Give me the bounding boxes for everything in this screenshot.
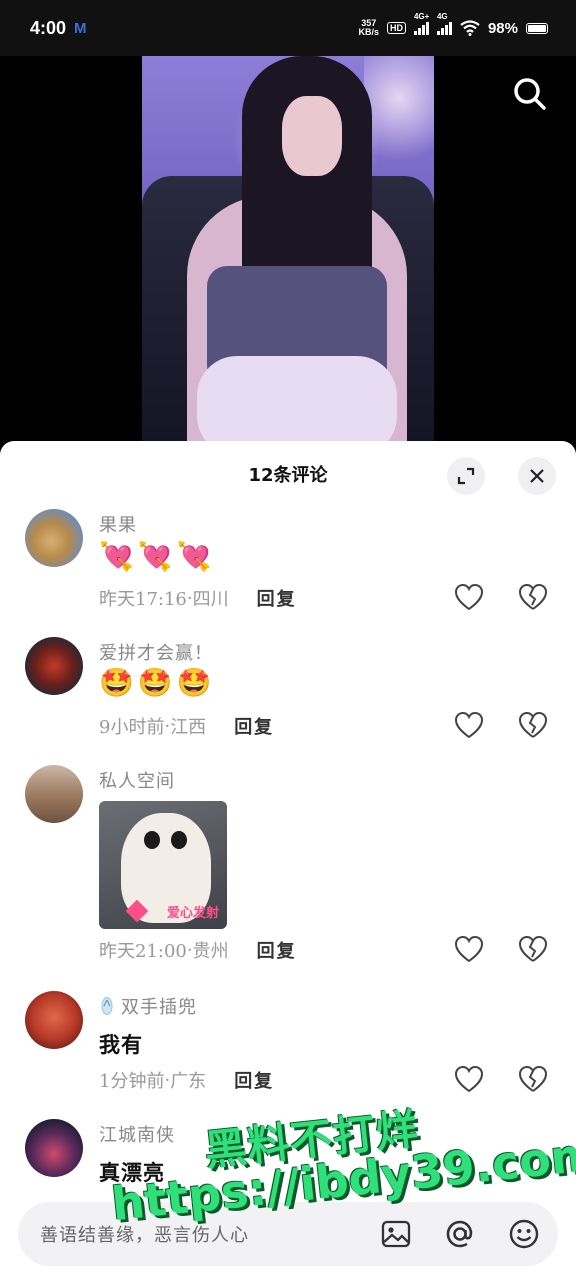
video-player[interactable] xyxy=(0,56,576,444)
avatar[interactable] xyxy=(25,765,83,823)
search-button[interactable] xyxy=(510,74,550,114)
sim1-label: 4G+ xyxy=(413,12,430,21)
expand-button[interactable] xyxy=(447,457,485,495)
comment-content: 爱心发射 xyxy=(99,801,227,929)
network-speed-unit: KB/s xyxy=(358,27,379,37)
flip-flop-icon xyxy=(101,997,113,1015)
comment-time: 昨天17:16 xyxy=(99,589,187,610)
comment-location: 广东 xyxy=(170,1071,207,1092)
comment-author-row[interactable]: 双手插兜 xyxy=(99,993,197,1019)
like-heart-icon[interactable] xyxy=(454,935,484,963)
sheet-header: 12条评论 xyxy=(0,441,576,509)
emoji: 💘 xyxy=(99,540,134,573)
comment-content: 真漂亮 xyxy=(99,1157,165,1187)
comment-author: 双手插兜 xyxy=(121,997,197,1018)
comment-location: 江西 xyxy=(170,717,207,738)
like-heart-icon[interactable] xyxy=(454,1065,484,1093)
status-icons: 357 KB/s HD 4G+ 4G 98% xyxy=(358,12,548,37)
comment-location: 贵州 xyxy=(192,941,229,962)
video-frame xyxy=(142,56,434,444)
like-heart-icon[interactable] xyxy=(454,711,484,739)
comment-count-title: 12条评论 xyxy=(248,465,328,486)
signal-icon-2: 4G xyxy=(436,12,452,35)
app-notification-icon: M xyxy=(74,19,87,37)
avatar[interactable] xyxy=(25,637,83,695)
avatar[interactable] xyxy=(25,509,83,567)
emoji-row: 🤩 🤩 🤩 xyxy=(99,667,212,699)
cat-sticker-image[interactable]: 爱心发射 xyxy=(99,801,227,929)
comment-author[interactable]: 爱拼才会赢！ xyxy=(99,639,213,665)
comment-text: 我有 xyxy=(99,1032,143,1057)
comment-author[interactable]: 私人空间 xyxy=(99,767,175,793)
comment-sheet: 12条评论 果果 💘 💘 💘 昨天17:16 · 四川 回复 爱拼才会赢！ 🤩 … xyxy=(0,441,576,1280)
wifi-icon xyxy=(460,20,480,36)
comment-item: 果果 💘 💘 💘 昨天17:16 · 四川 回复 xyxy=(0,509,576,637)
emoji: 🤩 xyxy=(99,666,134,699)
sticker-caption: 爱心发射 xyxy=(166,906,219,921)
reply-button[interactable]: 回复 xyxy=(257,937,297,963)
reply-button[interactable]: 回复 xyxy=(234,713,274,739)
emoji: 🤩 xyxy=(137,666,173,699)
close-icon xyxy=(530,469,544,483)
comment-item: 爱拼才会赢！ 🤩 🤩 🤩 9小时前 · 江西 回复 xyxy=(0,637,576,765)
comment-item: 私人空间 爱心发射 昨天21:00 · 贵州 回复 xyxy=(0,765,576,991)
comment-author[interactable]: 果果 xyxy=(99,511,137,537)
network-speed: 357 KB/s xyxy=(358,19,379,37)
status-bar: 4:00 M 357 KB/s HD 4G+ 4G 98% xyxy=(0,0,576,56)
dislike-broken-heart-icon[interactable] xyxy=(518,583,548,611)
comment-text: 真漂亮 xyxy=(99,1160,165,1185)
avatar[interactable] xyxy=(25,1119,83,1177)
comment-location: 四川 xyxy=(192,589,229,610)
close-button[interactable] xyxy=(518,457,556,495)
comment-time: 9小时前 xyxy=(99,717,165,738)
like-heart-icon[interactable] xyxy=(454,583,484,611)
comment-item: 双手插兜 我有 1分钟前 · 广东 回复 xyxy=(0,991,576,1117)
battery-percent: 98% xyxy=(487,19,518,37)
mention-at-icon[interactable] xyxy=(444,1218,476,1250)
comment-author[interactable]: 江城南侠 xyxy=(99,1121,175,1147)
comment-input-placeholder[interactable]: 善语结善缘，恶言伤人心 xyxy=(40,1221,249,1247)
reply-button[interactable]: 回复 xyxy=(257,585,297,611)
emoji: 🤩 xyxy=(176,666,212,699)
comment-content: 我有 xyxy=(99,1029,143,1059)
dislike-broken-heart-icon[interactable] xyxy=(518,935,548,963)
search-icon xyxy=(514,78,546,110)
expand-icon xyxy=(457,467,475,485)
battery-icon xyxy=(526,22,548,34)
comment-content: 💘 💘 💘 xyxy=(99,541,212,573)
hd-icon: HD xyxy=(386,22,406,34)
comment-meta: 9小时前 · 江西 回复 xyxy=(99,713,274,739)
comment-meta: 1分钟前 · 广东 回复 xyxy=(99,1067,274,1093)
dislike-broken-heart-icon[interactable] xyxy=(518,711,548,739)
image-icon[interactable] xyxy=(380,1218,412,1250)
comment-meta: 昨天17:16 · 四川 回复 xyxy=(99,585,297,611)
emoji: 💘 xyxy=(137,540,173,573)
comment-time: 昨天21:00 xyxy=(99,941,187,962)
dislike-broken-heart-icon[interactable] xyxy=(518,1065,548,1093)
comment-content: 🤩 🤩 🤩 xyxy=(99,667,212,699)
comment-input-bar[interactable]: 善语结善缘，恶言伤人心 xyxy=(18,1202,558,1266)
comment-meta: 昨天21:00 · 贵州 回复 xyxy=(99,937,297,963)
emoji: 💘 xyxy=(176,540,212,573)
emoji-icon[interactable] xyxy=(508,1218,540,1250)
avatar[interactable] xyxy=(25,991,83,1049)
sim2-label: 4G xyxy=(436,12,448,21)
comment-time: 1分钟前 xyxy=(99,1071,165,1092)
emoji-row: 💘 💘 💘 xyxy=(99,541,212,573)
signal-icon: 4G+ xyxy=(413,12,429,35)
status-time: 4:00 xyxy=(30,17,67,38)
reply-button[interactable]: 回复 xyxy=(234,1067,274,1093)
